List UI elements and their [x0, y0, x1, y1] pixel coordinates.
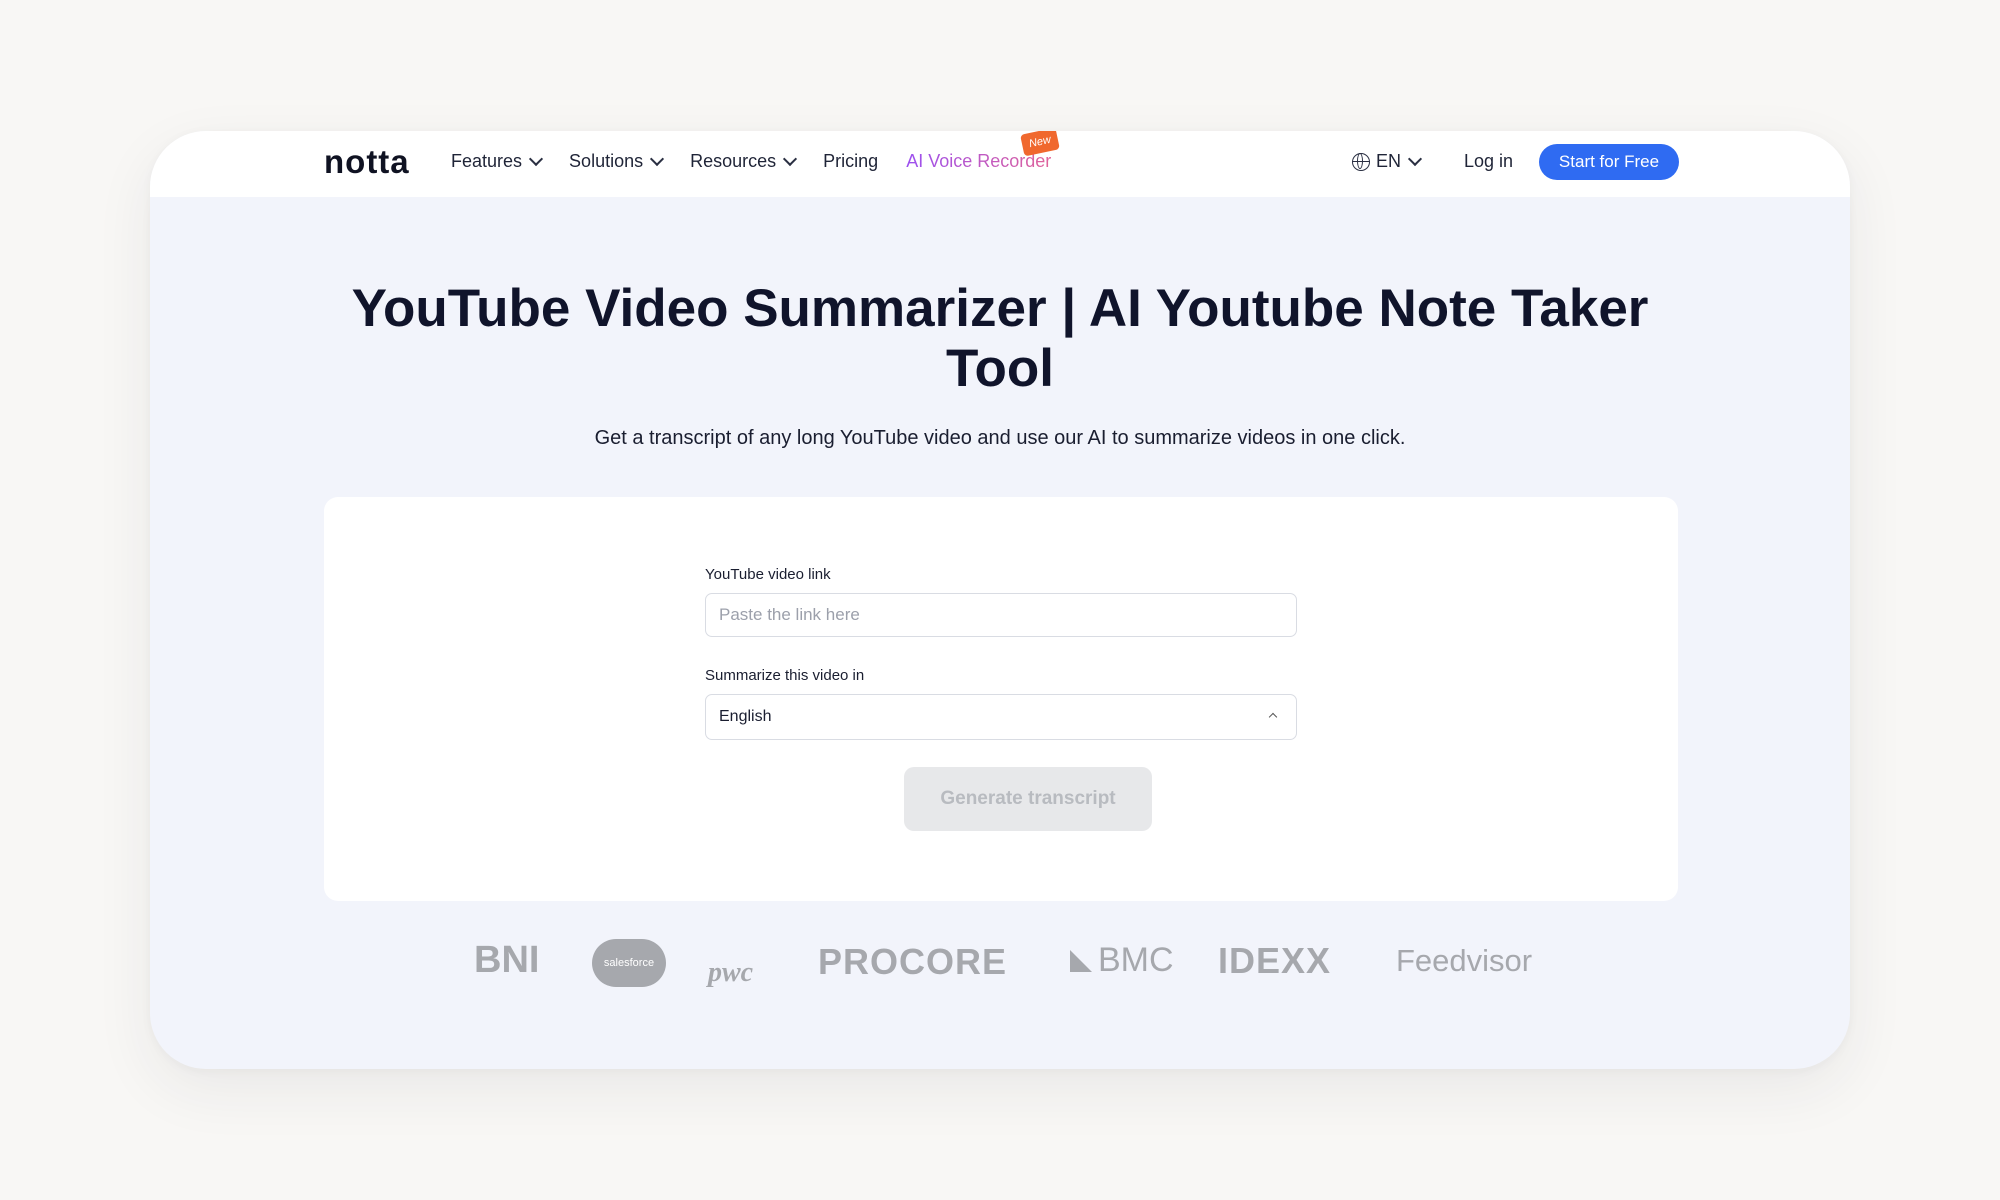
bmc-logo: BMC [1070, 941, 1174, 980]
summary-language-select[interactable]: English [705, 694, 1297, 740]
start-for-free-button[interactable]: Start for Free [1539, 144, 1679, 180]
language-selector[interactable]: EN [1352, 151, 1423, 172]
procore-logo: PROCORE [818, 941, 1008, 982]
screen-background: notta Features Solutions Resources Prici… [0, 0, 2000, 1200]
bmc-mark-icon [1070, 950, 1092, 972]
pwc-logo: pwc [708, 957, 754, 988]
login-link[interactable]: Log in [1464, 151, 1513, 172]
page-title: YouTube Video Summarizer | AI Youtube No… [351, 279, 1649, 398]
idexx-logo: IDEXX [1218, 940, 1332, 981]
generate-transcript-button[interactable]: Generate transcript [904, 767, 1152, 831]
salesforce-logo: salesforce [592, 939, 666, 987]
feedvisor-logo: Feedvisor [1396, 943, 1533, 978]
nav-pricing[interactable]: Pricing [823, 151, 878, 172]
summary-language-label: Summarize this video in [705, 667, 865, 684]
nav-features[interactable]: Features [451, 151, 544, 172]
chevron-down-icon [1407, 151, 1423, 167]
top-navigation: notta Features Solutions Resources Prici… [150, 131, 1850, 197]
summary-language-value: English [719, 708, 772, 725]
youtube-link-label: YouTube video link [705, 566, 831, 583]
page-subtitle: Get a transcript of any long YouTube vid… [594, 427, 1406, 449]
chevron-down-icon [783, 151, 798, 167]
youtube-link-input[interactable] [705, 593, 1297, 637]
browser-page: notta Features Solutions Resources Prici… [150, 131, 1850, 1069]
nav-solutions-label: Solutions [569, 151, 644, 171]
nav-solutions[interactable]: Solutions [569, 151, 665, 172]
nav-features-label: Features [451, 151, 523, 171]
chevron-down-icon [528, 151, 544, 167]
chevron-up-icon [1268, 712, 1278, 722]
customer-logos: BNI salesforce pwc PROCORE BMC IDEXX Fee… [150, 931, 1850, 1001]
chevron-down-icon [650, 151, 665, 167]
notta-logo[interactable]: notta [324, 143, 410, 181]
summarizer-form-card: YouTube video link Summarize this video … [324, 497, 1678, 901]
bni-logo: BNI [474, 939, 540, 981]
language-label: EN [1376, 151, 1402, 171]
globe-icon [1352, 152, 1370, 171]
nav-resources-label: Resources [690, 151, 777, 171]
nav-resources[interactable]: Resources [690, 151, 798, 172]
nav-links: Features Solutions Resources Pricing AI … [451, 151, 1079, 172]
bmc-logo-text: BMC [1098, 941, 1174, 979]
